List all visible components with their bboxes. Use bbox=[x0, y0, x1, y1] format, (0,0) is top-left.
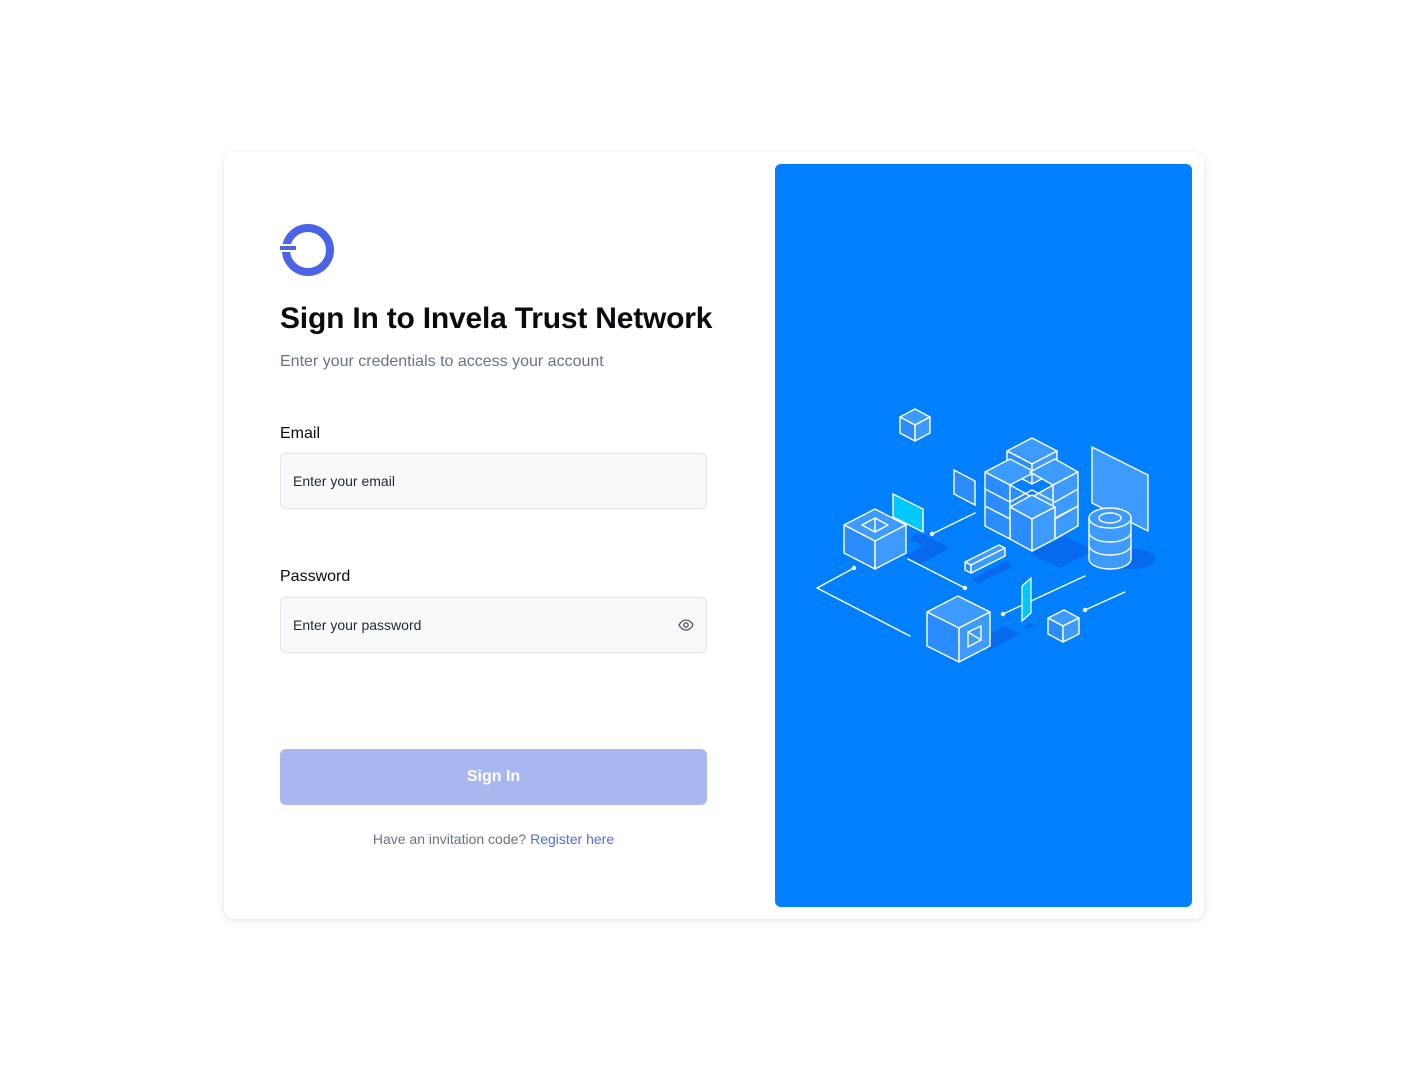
invitation-prompt-text: Have an invitation code? bbox=[372, 831, 527, 847]
eye-icon[interactable] bbox=[678, 617, 694, 633]
email-field-container bbox=[280, 453, 707, 509]
password-input[interactable] bbox=[293, 598, 653, 652]
sign-in-card: Sign In to Invela Trust Network Enter yo… bbox=[224, 152, 1204, 919]
password-field-container bbox=[280, 597, 707, 653]
invela-logo-icon bbox=[280, 223, 334, 276]
email-input[interactable] bbox=[293, 454, 653, 508]
sign-in-button[interactable]: Sign In bbox=[280, 749, 707, 805]
isometric-network-cubes-illustration-icon: .ln { fill: none; stroke: #ffffff; strok… bbox=[816, 408, 1156, 663]
page-subtitle: Enter your credentials to access your ac… bbox=[280, 353, 604, 370]
register-link[interactable]: Register here bbox=[530, 831, 614, 847]
page-title: Sign In to Invela Trust Network bbox=[280, 302, 713, 335]
email-label: Email bbox=[280, 425, 321, 442]
password-label: Password bbox=[280, 568, 351, 585]
illustration-panel: .ln { fill: none; stroke: #ffffff; strok… bbox=[775, 164, 1192, 907]
register-prompt: Have an invitation code? Register here bbox=[280, 831, 707, 847]
